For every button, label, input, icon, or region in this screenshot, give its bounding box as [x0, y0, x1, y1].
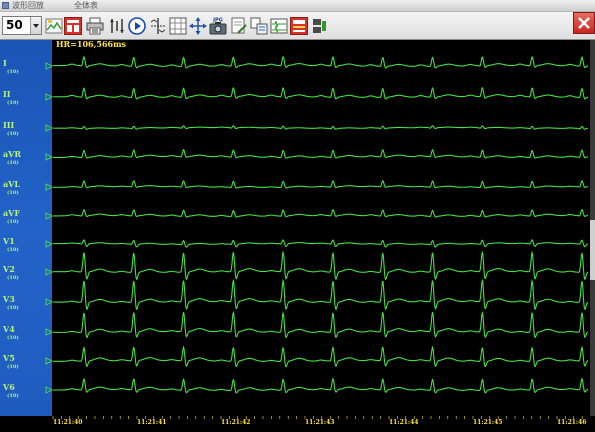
lead-label-I: I	[3, 58, 7, 68]
time-label: 11:21:42	[221, 419, 251, 426]
time-label: 11:21:44	[389, 419, 419, 426]
ecg-trace-II	[53, 86, 589, 100]
lead-marker-I	[45, 62, 54, 70]
lead-gain-aVL: (10)	[7, 190, 19, 196]
scrollbar-thumb[interactable]	[590, 220, 595, 280]
lead-gain-V6: (10)	[7, 393, 19, 399]
lead-label-V1: V1	[3, 236, 15, 246]
ecg-trace-V1	[52, 239, 589, 248]
time-label: 11:21:43	[305, 419, 335, 426]
lead-label-II: II	[3, 89, 11, 99]
lead-gain-V2: (10)	[7, 275, 19, 281]
ecg-trace-aVR	[52, 148, 589, 159]
ecg-canvas	[45, 55, 589, 419]
ecg-trace-aVF	[53, 208, 589, 218]
ecg-trace-V2	[53, 250, 589, 281]
lead-marker-V1	[45, 240, 54, 248]
lead-label-V2: V2	[3, 264, 15, 274]
time-label: 11:21:46	[557, 419, 587, 426]
lead-marker-III	[45, 124, 54, 132]
lead-marker-V4	[45, 328, 54, 336]
lead-marker-II	[45, 93, 54, 101]
lead-label-aVL: aVL	[3, 179, 21, 189]
lead-gain-III: (10)	[7, 131, 19, 137]
lead-marker-V6	[45, 386, 54, 394]
ecg-trace-III	[52, 125, 589, 130]
time-label: 11:21:41	[137, 419, 167, 426]
lead-label-V3: V3	[3, 294, 15, 304]
lead-gain-I: (10)	[7, 69, 19, 75]
lead-label-aVF: aVF	[3, 208, 21, 218]
vertical-scrollbar[interactable]	[590, 40, 595, 416]
lead-label-III: III	[3, 120, 15, 130]
lead-label-V6: V6	[3, 382, 15, 392]
lead-gain-V5: (10)	[7, 364, 19, 370]
ecg-trace-V6	[53, 377, 589, 394]
time-label: 11:21:45	[473, 419, 503, 426]
ecg-trace-V5	[53, 345, 589, 368]
lead-marker-aVF	[45, 212, 54, 220]
lead-gain-II: (10)	[7, 100, 19, 106]
lead-gain-V1: (10)	[7, 247, 19, 253]
ecg-trace-aVL	[53, 179, 589, 189]
lead-label-aVR: aVR	[3, 149, 22, 159]
ecg-trace-V3	[52, 278, 589, 311]
lead-label-V4: V4	[3, 324, 15, 334]
lead-marker-aVR	[45, 153, 54, 161]
lead-marker-V5	[45, 357, 54, 365]
lead-gain-aVF: (10)	[7, 219, 19, 225]
ecg-trace-V4	[53, 310, 589, 339]
lead-marker-V2	[45, 268, 54, 276]
time-label: 11:21:40	[53, 419, 83, 426]
lead-gain-aVR: (10)	[7, 160, 19, 166]
ecg-trace-I	[53, 55, 589, 69]
lead-label-V5: V5	[3, 353, 15, 363]
lead-gain-V3: (10)	[7, 305, 19, 311]
lead-marker-V3	[45, 298, 54, 306]
lead-gain-V4: (10)	[7, 335, 19, 341]
lead-marker-aVL	[45, 183, 54, 191]
